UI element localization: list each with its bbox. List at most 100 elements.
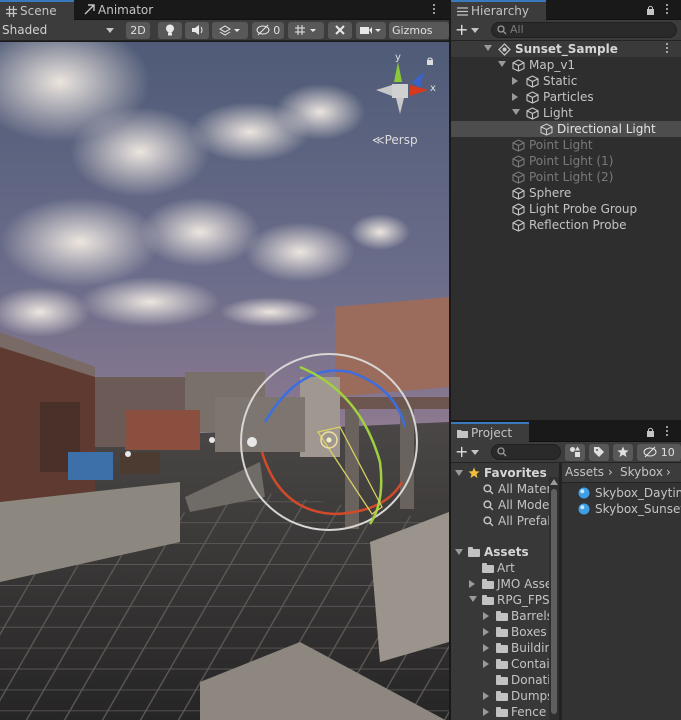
scene-window-menu-icon[interactable] [432,3,436,17]
project-search-input[interactable] [491,444,561,460]
scroll-up-icon[interactable] [550,479,558,485]
hierarchy-item[interactable]: Reflection Probe [451,217,681,233]
favorite-search-button[interactable] [613,444,633,461]
hierarchy-item-label: Point Light (1) [529,154,614,168]
asset-item[interactable]: Skybox_Sunset [562,501,681,517]
scene-toolbar: Shaded 2D 0 Gizmos [0,20,449,41]
tools-button[interactable] [328,22,352,39]
asset-item[interactable]: Skybox_Daytime [562,485,681,501]
assets-label: Assets [484,545,529,559]
lighting-toggle-button[interactable] [158,22,182,39]
favorite-item[interactable]: All Materials [451,481,549,497]
hierarchy-item[interactable]: Point Light (1) [451,153,681,169]
audio-toggle-button[interactable] [185,22,209,39]
expand-arrow-icon[interactable] [455,549,463,555]
expand-arrow-icon[interactable] [498,61,506,67]
folder-tree-item[interactable]: Fence [451,704,549,720]
favorites-label: Favorites [484,466,547,480]
assets-header[interactable]: Assets [451,544,559,560]
hierarchy-item-label: Light Probe Group [529,202,638,216]
camera-icon [360,27,381,34]
create-asset-dropdown[interactable]: + [455,443,483,461]
folder-tree-item-label: Boxes [511,625,547,639]
hierarchy-toolbar: + All [451,20,681,41]
effects-dropdown-button[interactable] [212,22,248,39]
lock-icon[interactable] [426,54,434,65]
tab-project[interactable]: Project [451,422,529,442]
expand-arrow-icon[interactable] [512,77,518,85]
hierarchy-item[interactable]: Point Light [451,137,681,153]
search-by-label-button[interactable] [589,444,609,461]
draw-mode-dropdown[interactable]: Shaded [2,22,118,39]
expand-arrow-icon[interactable] [484,45,492,51]
project-menu-icon[interactable] [665,425,669,439]
hierarchy-item[interactable]: Map_v1 [451,57,681,73]
expand-arrow-icon[interactable] [512,93,518,101]
gameobject-cube-icon [526,91,539,104]
favorite-item[interactable]: All Models [451,497,549,513]
hidden-packages-button[interactable]: 10 [637,444,681,461]
gizmos-dropdown[interactable]: Gizmos [389,22,449,39]
hierarchy-item[interactable]: Static [451,73,681,89]
folder-tree-item[interactable]: Boxes [451,624,549,640]
hierarchy-item-label: Point Light (2) [529,170,614,184]
lock-icon[interactable] [646,5,655,15]
scrollbar-thumb[interactable] [551,489,557,714]
view-orientation-gizmo[interactable]: x y [366,52,446,132]
scene-menu-icon[interactable] [665,42,669,56]
scene-viewport[interactable]: x y ≪Persp [0,42,449,720]
hierarchy-item[interactable]: Light [451,105,681,121]
expand-arrow-icon[interactable] [483,612,489,620]
folder-tree-item[interactable]: Containers [451,656,549,672]
chevron-down-icon [471,28,479,33]
expand-arrow-icon[interactable] [455,470,463,476]
hidden-packages-count: 10 [660,446,675,459]
tab-hierarchy[interactable]: Hierarchy [451,0,546,20]
gameobject-cube-icon [526,75,539,88]
scene-visibility-button[interactable]: 0 [252,22,284,39]
hierarchy-window: Hierarchy + All Sunset_Sample Map_v1 Stat… [451,0,681,420]
favorites-header[interactable]: Favorites [451,465,559,481]
hierarchy-item[interactable]: Point Light (2) [451,169,681,185]
expand-arrow-icon[interactable] [512,109,520,115]
favorite-item-label: All Prefabs [498,514,549,528]
expand-arrow-icon[interactable] [483,644,489,652]
folder-tree-item[interactable]: RPG_FPS [451,592,549,608]
folder-tree-item[interactable]: Dumpster [451,688,549,704]
mode-2d-button[interactable]: 2D [126,22,150,39]
tab-animator[interactable]: Animator [78,0,158,20]
create-dropdown[interactable]: + [455,21,483,39]
expand-arrow-icon[interactable] [483,660,489,668]
breadcrumb-skybox[interactable]: Skybox [620,463,663,482]
hierarchy-menu-icon[interactable] [665,3,669,17]
lock-icon[interactable] [646,427,655,437]
breadcrumb-assets[interactable]: Assets [565,463,604,482]
camera-dropdown-button[interactable] [356,22,386,39]
favorite-item[interactable]: All Prefabs [451,513,549,529]
folder-icon [496,659,508,669]
tab-scene[interactable]: Scene [0,0,74,20]
expand-arrow-icon[interactable] [469,596,477,602]
folder-tree-item[interactable]: Buildings [451,640,549,656]
expand-arrow-icon[interactable] [469,580,475,588]
folder-tree-item[interactable]: Barrels [451,608,549,624]
hierarchy-item[interactable]: Sphere [451,185,681,201]
folder-tree-item[interactable]: JMO Assets [451,576,549,592]
hierarchy-item[interactable]: Light Probe Group [451,201,681,217]
folder-tree-item[interactable]: Art [451,560,549,576]
grid-snap-button[interactable] [288,22,324,39]
expand-arrow-icon[interactable] [483,628,489,636]
expand-arrow-icon[interactable] [483,692,489,700]
search-by-type-button[interactable] [565,444,585,461]
eye-slash-icon [256,24,270,36]
list-icon [457,7,468,16]
expand-arrow-icon[interactable] [483,708,489,716]
projection-toggle[interactable]: ≪Persp [372,133,418,147]
scene-root-row[interactable]: Sunset_Sample [451,41,681,57]
hierarchy-item[interactable]: Directional Light [451,121,681,137]
folder-tree-item[interactable]: Donations [451,672,549,688]
folder-tree-scrollbar[interactable] [549,477,559,720]
hierarchy-search-input[interactable]: All [491,22,677,38]
hierarchy-item[interactable]: Particles [451,89,681,105]
gizmos-label: Gizmos [392,24,433,37]
